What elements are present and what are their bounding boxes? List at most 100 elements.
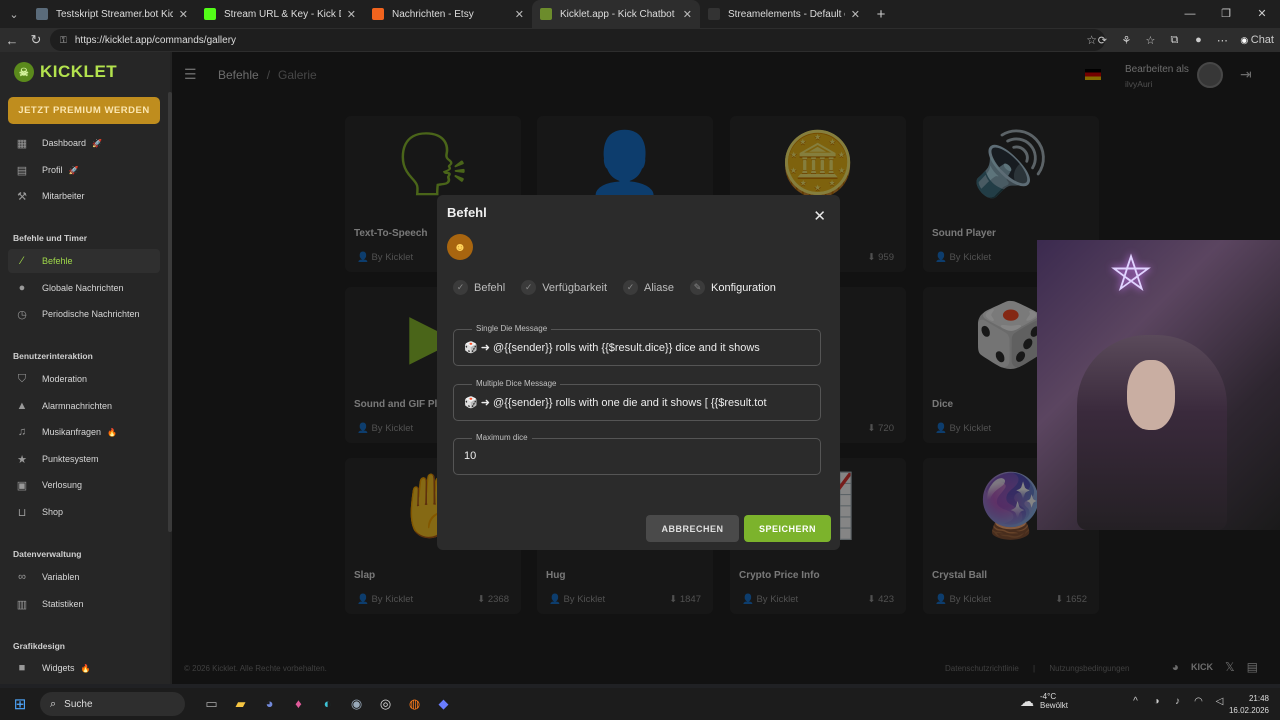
close-tab-icon[interactable]: ✕ [347,8,356,21]
dashboard-icon: ▦ [16,137,28,150]
sidebar-item-shop[interactable]: ⊔ Shop [8,500,160,524]
close-window-icon[interactable]: ✕ [1244,0,1280,28]
pin-app-icon[interactable]: ♦ [284,696,313,712]
sidebar-item-profil[interactable]: ▤ Profil 🚀 [8,158,160,182]
sidebar-item-verlosung[interactable]: ▣ Verlosung [8,473,160,497]
address-toolbar: ← ↻ ⚿ https://kicklet.app/commands/galle… [0,28,1280,52]
chat-label: Chat [1250,34,1274,46]
sidebar-item-globale-nachrichten[interactable]: ● Globale Nachrichten [8,276,160,300]
browser-tab[interactable]: Stream URL & Key - Kick Dashboa ✕ [196,0,364,28]
close-tab-icon[interactable]: ✕ [515,8,524,21]
tray-app-icon[interactable]: ◑ [1146,696,1167,707]
emoji-picker-icon[interactable]: ☻ [447,234,473,260]
sidebar-item-label: Punktesystem [42,454,99,464]
close-tab-icon[interactable]: ✕ [683,8,692,21]
obs-icon[interactable]: ◎ [371,696,400,712]
step-verfuegbarkeit[interactable]: ✓ Verfügbarkeit [521,280,607,295]
copilot-chat-button[interactable]: ◉ Chat [1234,34,1280,46]
microphone-icon[interactable]: ♪ [1167,696,1188,707]
maximum-dice-field[interactable]: Maximum dice 10 [453,433,821,475]
chevron-up-icon[interactable]: ^ [1125,696,1146,707]
section-heading: Befehle und Timer [13,233,87,243]
step-konfiguration[interactable]: ✎ Konfiguration [690,280,776,295]
sidebar-item-alarmnachrichten[interactable]: ▲ Alarmnachrichten [8,394,160,418]
step-aliase[interactable]: ✓ Aliase [623,280,674,295]
cloud-icon: ☁ [1020,692,1034,709]
menu-dots-icon[interactable]: ⋯ [1210,34,1234,47]
browser-tab[interactable]: Streamelements - Default comman ✕ [700,0,868,28]
sidebar-item-label: Globale Nachrichten [42,283,124,293]
url-field[interactable]: ⚿ https://kicklet.app/commands/gallery ☆ [50,29,1105,51]
pinned-apps: ▭ ▰ ◕ ♦ ◐ ◉ ◎ ◍ ◆ [197,696,458,712]
app-icon[interactable]: ◆ [429,696,458,712]
weather-widget[interactable]: ☁ -4°C Bewölkt [1020,692,1068,710]
browser-tab[interactable]: Testskript Streamer.bot Kick ✕ [28,0,196,28]
site-info-icon[interactable]: ⚿ [60,35,67,46]
clock[interactable]: 21:48 16.02.2026 [1225,693,1269,717]
shield-icon: ⛉ [17,372,27,385]
sidebar-item-periodische-nachrichten[interactable]: ◷ Periodische Nachrichten [8,302,160,326]
sidebar-item-label: Periodische Nachrichten [42,309,140,319]
steam-icon[interactable]: ◉ [342,696,371,712]
file-explorer-icon[interactable]: ▰ [226,696,255,712]
reload-icon[interactable]: ↻ [24,32,48,48]
skull-logo-icon: ☠ [14,62,34,82]
close-tab-icon[interactable]: ✕ [179,8,188,21]
sidebar-item-variablen[interactable]: ∞ Variablen [8,565,160,589]
gift-icon: ▣ [16,479,28,492]
extensions-puzzle-icon[interactable]: ⚘ [1114,34,1138,47]
back-arrow-icon[interactable]: ← [0,33,24,48]
profile-avatar-icon[interactable]: ● [1186,34,1210,46]
step-befehl[interactable]: ✓ Befehl [453,280,505,295]
multiple-dice-message-field[interactable]: Multiple Dice Message 🎲 ➜ @{{sender}} ro… [453,379,821,421]
sidebar-item-widgets[interactable]: ■ Widgets 🔥 [8,656,160,680]
wifi-icon[interactable]: ◠ [1188,696,1209,707]
command-modal: Befehl ✕ ☻ ✓ Befehl ✓ Verfügbarkeit ✓ Alias… [437,195,840,550]
close-tab-icon[interactable]: ✕ [851,8,860,21]
collections-icon[interactable]: ⧉ [1162,34,1186,47]
discord-app-icon[interactable]: ◕ [255,696,284,712]
new-tab-plus-icon[interactable]: + [868,6,894,23]
save-button[interactable]: SPEICHERN [744,515,831,542]
premium-button[interactable]: JETZT PREMIUM WERDEN [8,97,160,124]
extension-icon[interactable]: ⟳ [1090,34,1114,47]
edge-browser-icon[interactable]: ◐ [313,696,342,712]
task-view-icon[interactable]: ▭ [197,696,226,712]
tab-favicon-icon [540,8,552,20]
link-icon: ∞ [18,571,26,583]
sidebar-item-befehle[interactable]: ⁄ Befehle [8,249,160,273]
sidebar-item-label: Befehle [42,256,73,266]
sidebar-item-mitarbeiter[interactable]: ⚒ Mitarbeiter [8,184,160,208]
close-icon[interactable]: ✕ [813,207,826,225]
profile-icon: ▤ [16,164,28,177]
cancel-button[interactable]: ABBRECHEN [646,515,739,542]
system-tray: ^ ◑ ♪ ◠ ◁ [1125,696,1230,707]
sidebar-item-label: Profil [42,165,63,175]
minimize-icon[interactable]: — [1172,0,1208,28]
brand-logo[interactable]: ☠ KICKLET [14,62,117,82]
single-die-message-field[interactable]: Single Die Message 🎲 ➜ @{{sender}} rolls… [453,324,821,366]
sidebar-item-moderation[interactable]: ⛉ Moderation [8,367,160,391]
tab-title: Nachrichten - Etsy [392,8,474,20]
taskbar-search[interactable]: ⌕ Suche [40,692,185,716]
favorites-icon[interactable]: ☆ [1138,34,1162,47]
browser-tab-active[interactable]: Kicklet.app - Kick Chatbot und ✕ [532,0,700,28]
sidebar-item-statistiken[interactable]: ▥ Statistiken [8,592,160,616]
stats-icon: ▥ [16,598,28,611]
modal-title: Befehl [447,205,487,220]
sidebar-item-musikanfragen[interactable]: ♫ Musikanfragen 🔥 [8,420,160,444]
video-icon: ■ [18,662,26,674]
sidebar-item-dashboard[interactable]: ▦ Dashboard 🚀 [8,131,160,155]
firefox-icon[interactable]: ◍ [400,696,429,712]
sidebar-item-label: Variablen [42,572,80,582]
warning-icon: ▲ [16,400,28,412]
chat-bubble-icon: ● [18,282,26,294]
tab-list-chevron-icon[interactable]: ⌄ [0,8,28,21]
windows-start-icon[interactable]: ⊞ [0,695,40,713]
sidebar-item-punktesystem[interactable]: ★ Punktesystem [8,447,160,471]
browser-tab[interactable]: Nachrichten - Etsy ✕ [364,0,532,28]
sidebar-item-label: Moderation [42,374,88,384]
restore-icon[interactable]: ❐ [1208,0,1244,28]
sidebar-item-label: Alarmnachrichten [42,401,113,411]
check-icon: ✓ [521,280,537,295]
